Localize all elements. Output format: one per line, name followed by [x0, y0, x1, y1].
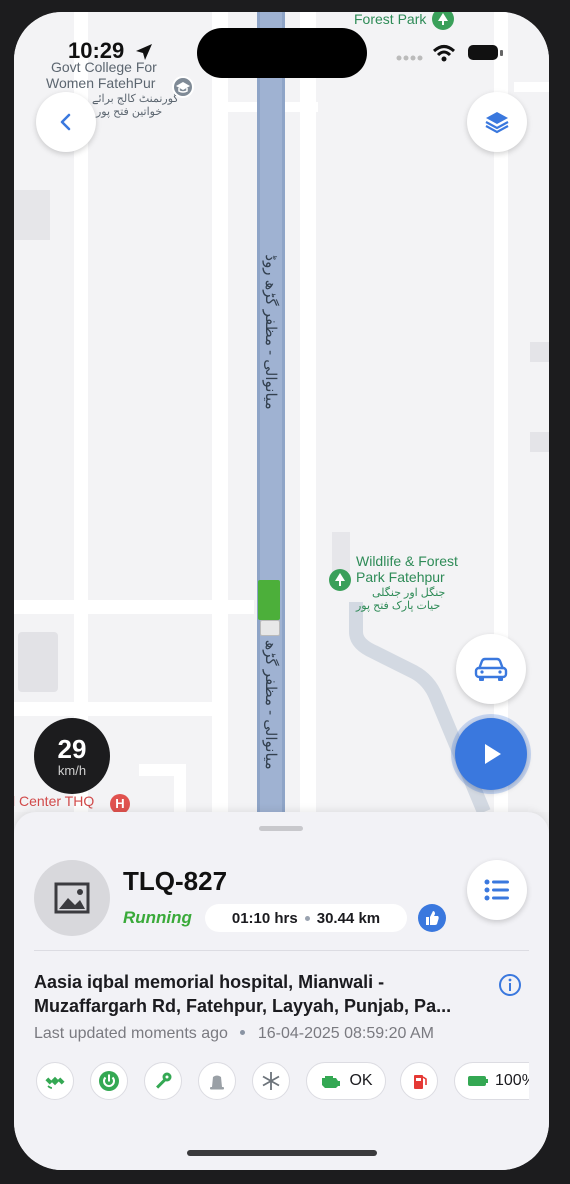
info-icon: [499, 974, 521, 996]
location-arrow-icon: [136, 44, 152, 60]
map-building: [332, 532, 350, 572]
trip-summary-pill: 01:10 hrs 30.44 km: [205, 904, 407, 932]
last-updated-row: Last updated moments ago 16-04-2025 08:5…: [34, 1025, 434, 1043]
battery-tip: [500, 50, 503, 56]
fuel-chip[interactable]: [400, 1062, 438, 1100]
fuel-pump-icon: [414, 1075, 427, 1089]
park-icon: [329, 569, 351, 591]
map-building: [18, 632, 58, 692]
road-label: میانوالی - مظفر گڑھ روڈ: [262, 254, 279, 410]
list-icon: [484, 879, 509, 901]
park-icon: [432, 12, 454, 30]
vehicle-details-sheet: TLQ-827 Running 01:10 hrs 30.44 km Aasia…: [14, 812, 549, 1170]
signal-dots-icon: [396, 55, 423, 61]
divider: [34, 950, 529, 951]
info-button[interactable]: [498, 973, 522, 997]
battery-chip[interactable]: 100%: [454, 1062, 529, 1100]
thumbs-up-button[interactable]: [418, 904, 446, 932]
map-building: [14, 190, 50, 240]
engine-icon: [322, 1076, 341, 1088]
speed-indicator: 29 km/h: [34, 718, 110, 794]
road-label: میانوالی - مظفر گڑھ روڈ: [262, 614, 279, 770]
key-chip[interactable]: [144, 1062, 182, 1100]
trip-distance: 30.44 km: [316, 909, 381, 927]
ignition-chip[interactable]: [90, 1062, 128, 1100]
map-road: [514, 82, 549, 92]
school-icon: [172, 76, 194, 98]
place-label-wildlife: Park Fatehpur: [356, 569, 445, 585]
map-road: [14, 600, 254, 614]
address-line-2: Muzaffargarh Rd, Fatehpur, Layyah, Punja…: [34, 996, 452, 1016]
gps-status-chip[interactable]: [36, 1062, 74, 1100]
vehicle-avatar[interactable]: [34, 860, 110, 936]
map-building: [530, 432, 549, 452]
key-icon: [156, 1072, 172, 1089]
car-icon: [474, 657, 508, 681]
battery-level-text: 100%: [495, 1072, 529, 1089]
vehicle-plate: TLQ-827: [123, 866, 228, 896]
vehicle-status: Running: [123, 908, 192, 927]
truck-marker[interactable]: [256, 580, 282, 636]
separator-dot: [240, 1029, 246, 1035]
map-road: [14, 702, 214, 716]
map-road: [212, 12, 228, 812]
playback-button[interactable]: [455, 718, 527, 790]
status-time: 10:29: [68, 38, 125, 63]
wifi-icon: [432, 45, 456, 62]
address-line-1: Aasia iqbal memorial hospital, Mianwali …: [34, 972, 385, 992]
siren-icon: [210, 1075, 224, 1090]
home-indicator[interactable]: [187, 1150, 377, 1156]
ac-chip[interactable]: [252, 1062, 290, 1100]
battery-chip-clip: 100%: [454, 1062, 529, 1100]
chevron-left-icon: [60, 113, 71, 131]
thumbs-up-icon: [426, 911, 439, 925]
place-label-wildlife-ur: حیات پارک فتح پور: [356, 600, 441, 612]
sheet-drag-handle[interactable]: [259, 826, 303, 831]
layers-icon: [485, 112, 509, 134]
alarm-chip[interactable]: [198, 1062, 236, 1100]
place-label-forest-park: Forest Park: [354, 12, 427, 27]
vehicle-focus-button[interactable]: [456, 634, 526, 704]
engine-status-chip[interactable]: OK: [306, 1062, 386, 1100]
speed-unit: km/h: [57, 762, 87, 778]
power-icon: [99, 1071, 119, 1091]
map-road: [174, 764, 186, 812]
place-label-wildlife: Wildlife & Forest: [356, 553, 458, 569]
image-placeholder-icon: [54, 882, 90, 914]
hospital-icon: H: [110, 794, 130, 812]
battery-status-icon: [468, 45, 498, 60]
map-road: [300, 12, 316, 812]
separator-dot: [304, 915, 310, 921]
place-label-health-center: l Center THQ: [14, 793, 95, 809]
engine-status-text: OK: [349, 1072, 373, 1089]
dynamic-island: [197, 28, 367, 78]
play-icon: [485, 744, 501, 764]
place-label-college-ur: خواتین فتح پور: [96, 106, 163, 118]
battery-icon: [468, 1076, 488, 1086]
back-button[interactable]: [36, 92, 96, 152]
map-view[interactable]: میانوالی - مظفر گڑھ روڈ میانوالی - مظفر …: [14, 12, 549, 812]
snowflake-icon: [262, 1072, 280, 1090]
trip-duration: 01:10 hrs: [231, 909, 298, 927]
phone-screen: میانوالی - مظفر گڑھ روڈ میانوالی - مظفر …: [14, 12, 549, 1170]
satellite-icon: [45, 1076, 65, 1089]
details-list-button[interactable]: [467, 860, 527, 920]
map-layers-button[interactable]: [467, 92, 527, 152]
last-updated-text: Last updated moments ago: [34, 1025, 228, 1042]
last-updated-timestamp: 16-04-2025 08:59:20 AM: [257, 1025, 434, 1042]
map-building: [530, 342, 549, 362]
speed-value: 29: [57, 733, 87, 764]
place-label-college: Women FatehPur: [46, 75, 156, 91]
